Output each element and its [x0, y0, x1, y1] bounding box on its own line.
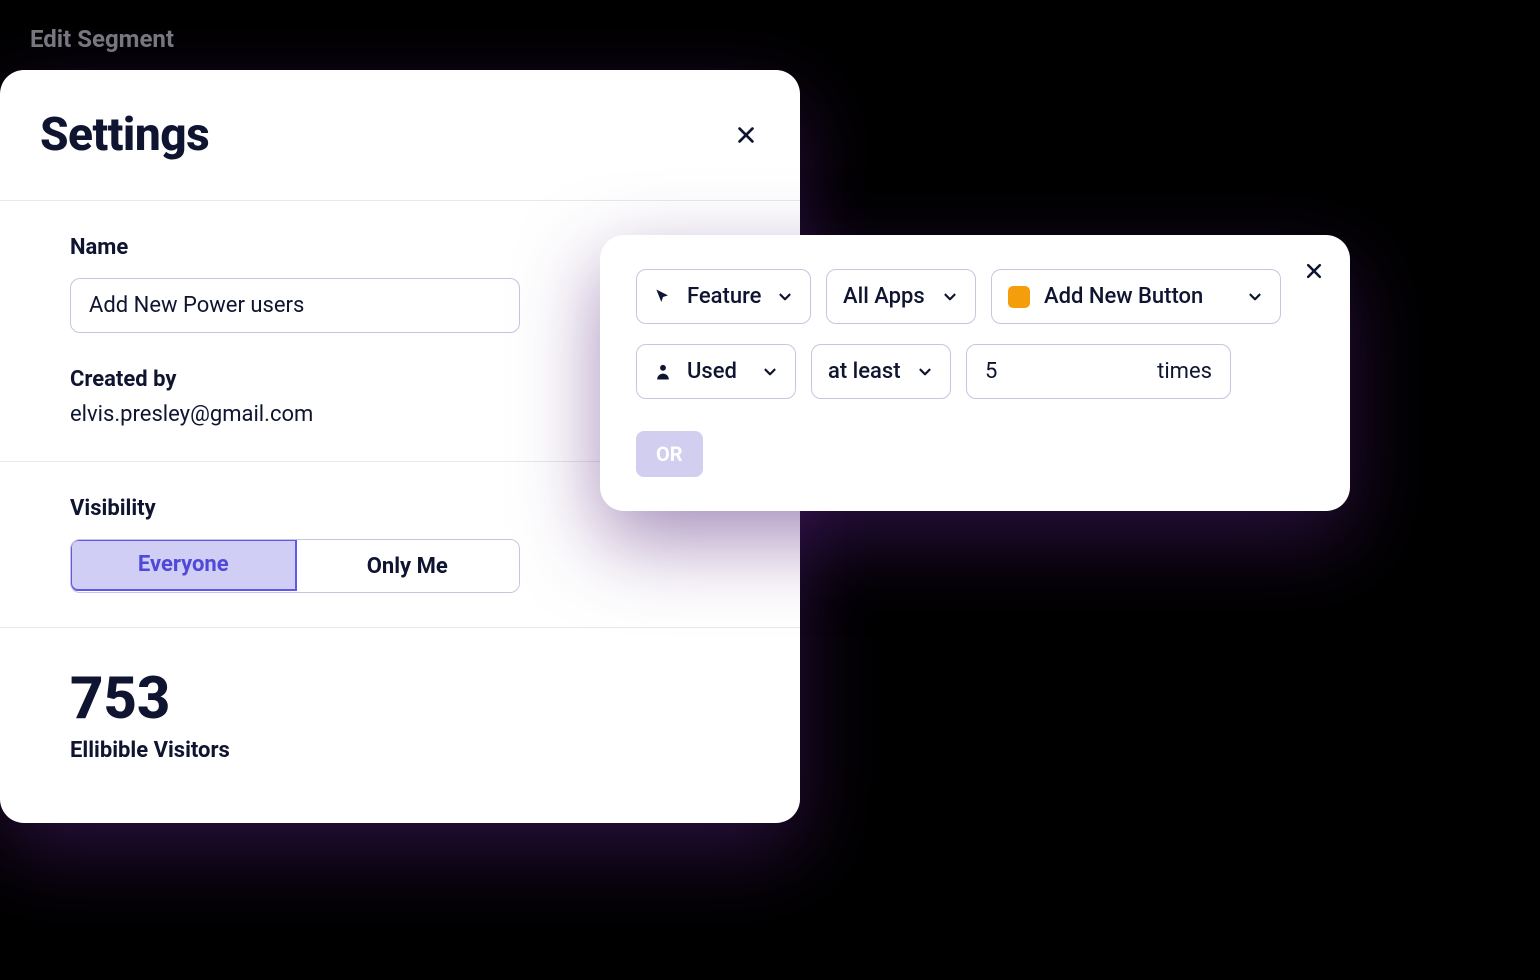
user-icon: [653, 362, 673, 382]
settings-title: Settings: [40, 108, 209, 162]
apps-dropdown-label: All Apps: [843, 284, 925, 309]
condition-row-2: Used at least 5 times: [636, 344, 1314, 399]
color-swatch-icon: [1008, 286, 1030, 308]
page-label: Edit Segment: [30, 25, 174, 53]
used-dropdown[interactable]: Used: [636, 344, 796, 399]
settings-header: Settings: [0, 70, 800, 201]
close-button[interactable]: [732, 121, 760, 149]
chevron-down-icon: [776, 288, 794, 306]
condition-row-1: Feature All Apps Add New Button: [636, 269, 1314, 324]
button-dropdown[interactable]: Add New Button: [991, 269, 1281, 324]
name-input[interactable]: [70, 278, 520, 333]
visibility-option-only-me[interactable]: Only Me: [296, 540, 520, 592]
condition-panel: Feature All Apps Add New Button Used: [600, 235, 1350, 511]
eligible-visitors-label: Ellibible Visitors: [70, 738, 730, 763]
eligible-visitors-count: 753: [70, 670, 730, 728]
or-button[interactable]: OR: [636, 431, 703, 477]
chevron-down-icon: [941, 288, 959, 306]
feature-dropdown[interactable]: Feature: [636, 269, 811, 324]
close-icon: [735, 124, 757, 146]
cursor-icon: [653, 287, 673, 307]
chevron-down-icon: [1246, 288, 1264, 306]
used-dropdown-label: Used: [687, 359, 737, 384]
feature-dropdown-label: Feature: [687, 284, 761, 309]
close-icon: [1304, 261, 1324, 281]
chevron-down-icon: [916, 363, 934, 381]
count-input[interactable]: 5 times: [966, 344, 1231, 399]
chevron-down-icon: [761, 363, 779, 381]
comparator-dropdown[interactable]: at least: [811, 344, 951, 399]
condition-close-button[interactable]: [1300, 257, 1328, 285]
apps-dropdown[interactable]: All Apps: [826, 269, 976, 324]
section-stats: 753 Ellibible Visitors: [0, 628, 800, 823]
button-dropdown-label: Add New Button: [1044, 284, 1203, 309]
count-value: 5: [985, 359, 997, 384]
visibility-option-everyone[interactable]: Everyone: [70, 539, 297, 591]
comparator-dropdown-label: at least: [828, 359, 901, 384]
visibility-toggle: Everyone Only Me: [70, 539, 520, 593]
count-suffix: times: [1157, 359, 1212, 384]
